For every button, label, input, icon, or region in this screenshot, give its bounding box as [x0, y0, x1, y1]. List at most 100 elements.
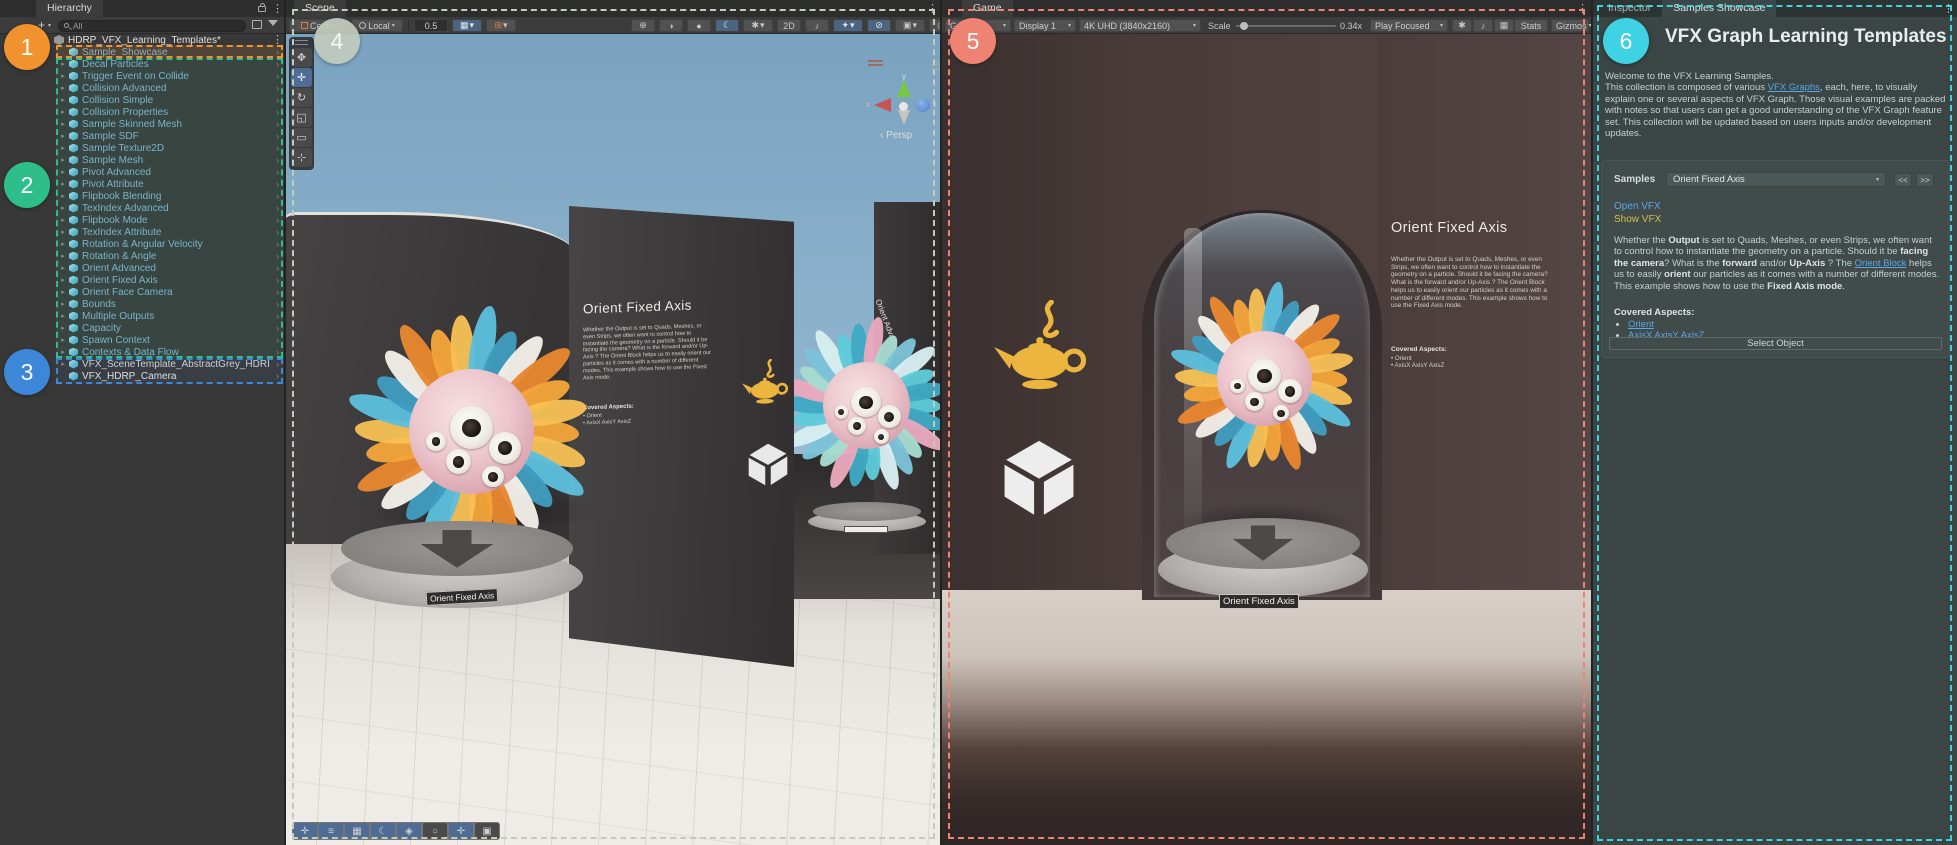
- scene-viewport[interactable]: Orient Advanced Orient Fixed Axis Whethe…: [286, 34, 941, 845]
- shading-mode-icon-button[interactable]: ⊕: [631, 19, 655, 32]
- prefab-chevron-icon[interactable]: ›: [276, 359, 279, 369]
- play-focused-dropdown[interactable]: Play Focused▾: [1370, 19, 1448, 32]
- disclosure-icon[interactable]: ▸: [58, 240, 68, 248]
- disclosure-icon[interactable]: ▸: [58, 204, 68, 212]
- hierarchy-item-trigger-event-on-collide[interactable]: ▸Trigger Event on Collide›: [0, 70, 285, 82]
- open-vfx-link[interactable]: Open VFX: [1614, 201, 1661, 212]
- hierarchy-item-collision-properties[interactable]: ▸Collision Properties›: [0, 106, 285, 118]
- scale-slider-knob[interactable]: [1240, 22, 1248, 30]
- prefab-chevron-icon[interactable]: ›: [276, 251, 279, 261]
- disclosure-icon[interactable]: ▸: [58, 96, 68, 104]
- prefab-chevron-icon[interactable]: ›: [276, 167, 279, 177]
- panel-splitter[interactable]: [1591, 0, 1593, 845]
- prefab-chevron-icon[interactable]: ›: [276, 143, 279, 153]
- prefab-chevron-icon[interactable]: ›: [276, 227, 279, 237]
- hierarchy-item-rotation-angular-velocity[interactable]: ▸Rotation & Angular Velocity›: [0, 238, 285, 250]
- hierarchy-item-texindex-attribute[interactable]: ▸TexIndex Attribute›: [0, 226, 285, 238]
- tab-inspector[interactable]: Inspector: [1597, 0, 1662, 17]
- disclosure-icon[interactable]: ▸: [58, 312, 68, 320]
- scene-menu-kebab-icon[interactable]: ⋮: [927, 2, 937, 15]
- increment-snap-button[interactable]: ⊞▾: [486, 19, 516, 32]
- vfx-controls-icon[interactable]: ≡: [319, 823, 343, 839]
- hierarchy-item-rotation-angle[interactable]: ▸Rotation & Angle›: [0, 250, 285, 262]
- hierarchy-item-spawn-context[interactable]: ▸Spawn Context›: [0, 334, 285, 346]
- hierarchy-item-collision-advanced[interactable]: ▸Collision Advanced›: [0, 82, 285, 94]
- prefab-chevron-icon[interactable]: ›: [276, 119, 279, 129]
- overlay-grip[interactable]: [295, 40, 308, 45]
- covered-aspect-link[interactable]: Orient: [1628, 319, 1654, 330]
- hierarchy-item-orient-face-camera[interactable]: ▸Orient Face Camera›: [0, 286, 285, 298]
- disclosure-icon[interactable]: ▸: [58, 216, 68, 224]
- grid-snap-button[interactable]: ▦▾: [452, 19, 482, 32]
- display-dropdown[interactable]: Display 1▾: [1014, 19, 1076, 32]
- disclosure-icon[interactable]: ▸: [58, 72, 68, 80]
- vfx-zoom-icon[interactable]: ○: [423, 823, 447, 839]
- hierarchy-item-sample-mesh[interactable]: ▸Sample Mesh›: [0, 154, 285, 166]
- hierarchy-item-texindex-advanced[interactable]: ▸TexIndex Advanced›: [0, 202, 285, 214]
- vfx-camera-icon[interactable]: ▣: [475, 823, 499, 839]
- tab-game[interactable]: Game: [962, 0, 1013, 17]
- disclosure-icon[interactable]: ▸: [58, 348, 68, 356]
- view-2d-button-button[interactable]: 2D: [777, 19, 801, 32]
- axis-y-cone[interactable]: [897, 80, 911, 97]
- debug-bug-icon[interactable]: ✱: [1452, 19, 1472, 32]
- prefab-chevron-icon[interactable]: ›: [276, 335, 279, 345]
- vfx-grid-icon[interactable]: ▦: [345, 823, 369, 839]
- projection-mode-label[interactable]: ‹ Persp: [880, 130, 912, 141]
- camera-settings-icon-button[interactable]: ▣▾: [895, 19, 925, 32]
- hierarchy-item-orient-advanced[interactable]: ▸Orient Advanced›: [0, 262, 285, 274]
- fx-toggle-icon-button[interactable]: ✦▾: [833, 19, 863, 32]
- audio-icon[interactable]: ♪: [1473, 19, 1493, 32]
- prefab-chevron-icon[interactable]: ›: [276, 71, 279, 81]
- hidden-objects-icon-button[interactable]: ⊘: [867, 19, 891, 32]
- axis-down-cone[interactable]: [898, 110, 910, 125]
- disclosure-icon[interactable]: ▸: [58, 228, 68, 236]
- disclosure-icon[interactable]: ▸: [58, 144, 68, 152]
- hierarchy-item-orient-fixed-axis[interactable]: ▸Orient Fixed Axis›: [0, 274, 285, 286]
- prefab-chevron-icon[interactable]: ›: [276, 203, 279, 213]
- inspector-menu-kebab-icon[interactable]: ⋮: [1943, 2, 1953, 15]
- disclosure-icon[interactable]: ▸: [58, 120, 68, 128]
- disclosure-icon[interactable]: ▸: [58, 336, 68, 344]
- hierarchy-item-sample-texture2d[interactable]: ▸Sample Texture2D›: [0, 142, 285, 154]
- disclosure-icon[interactable]: ▸: [58, 132, 68, 140]
- transform-tool[interactable]: ⊹: [291, 148, 312, 167]
- audio-sphere-icon-button[interactable]: ●: [687, 19, 711, 32]
- disclosure-icon[interactable]: ▸: [58, 192, 68, 200]
- tab-scene[interactable]: Scene: [294, 0, 346, 17]
- disclosure-icon[interactable]: ▸: [58, 288, 68, 296]
- scale-slider[interactable]: [1236, 25, 1336, 27]
- tab-samples-showcase[interactable]: Samples Showcase: [1662, 0, 1776, 17]
- disclosure-icon[interactable]: ▸: [58, 300, 68, 308]
- prefab-chevron-icon[interactable]: ›: [276, 299, 279, 309]
- disclosure-icon[interactable]: ▸: [58, 276, 68, 284]
- disclosure-icon[interactable]: ▸: [58, 108, 68, 116]
- previous-sample-button[interactable]: <<: [1894, 173, 1912, 187]
- disclosure-icon[interactable]: ▸: [58, 360, 68, 368]
- prefab-chevron-icon[interactable]: ›: [276, 191, 279, 201]
- prefab-chevron-icon[interactable]: ›: [276, 107, 279, 117]
- grid-size-field[interactable]: 0.5: [414, 19, 448, 32]
- hierarchy-item-capacity[interactable]: ▸Capacity›: [0, 322, 285, 334]
- next-sample-button[interactable]: >>: [1916, 173, 1934, 187]
- hierarchy-menu-kebab-icon[interactable]: ⋮: [272, 2, 282, 15]
- rect-tool[interactable]: ▭: [291, 128, 312, 147]
- disclosure-icon[interactable]: ▸: [58, 84, 68, 92]
- prefab-chevron-icon[interactable]: ›: [276, 131, 279, 141]
- axis-z-ball[interactable]: [916, 98, 930, 112]
- scene-visibility-icon[interactable]: [252, 20, 262, 29]
- disclosure-icon[interactable]: ▸: [58, 60, 68, 68]
- gizmos-dropdown[interactable]: Gizmos▾: [1551, 19, 1589, 32]
- prefab-chevron-icon[interactable]: ›: [276, 371, 279, 381]
- hierarchy-item-sample-skinned-mesh[interactable]: ▸Sample Skinned Mesh›: [0, 118, 285, 130]
- vfx-gizmo-icon[interactable]: ◈: [397, 823, 421, 839]
- samples-dropdown[interactable]: Orient Fixed Axis ▾: [1666, 172, 1886, 187]
- hierarchy-item-flipbook-mode[interactable]: ▸Flipbook Mode›: [0, 214, 285, 226]
- prefab-chevron-icon[interactable]: ›: [276, 95, 279, 105]
- effects-toggle-icon-button[interactable]: ✱▾: [743, 19, 773, 32]
- vfx-moon-icon[interactable]: ☾: [371, 823, 395, 839]
- panel-splitter[interactable]: [940, 0, 942, 845]
- orientation-gizmo[interactable]: y x z ‹ Persp: [866, 60, 941, 146]
- disclosure-icon[interactable]: ▸: [58, 252, 68, 260]
- disclosure-icon[interactable]: ▸: [58, 156, 68, 164]
